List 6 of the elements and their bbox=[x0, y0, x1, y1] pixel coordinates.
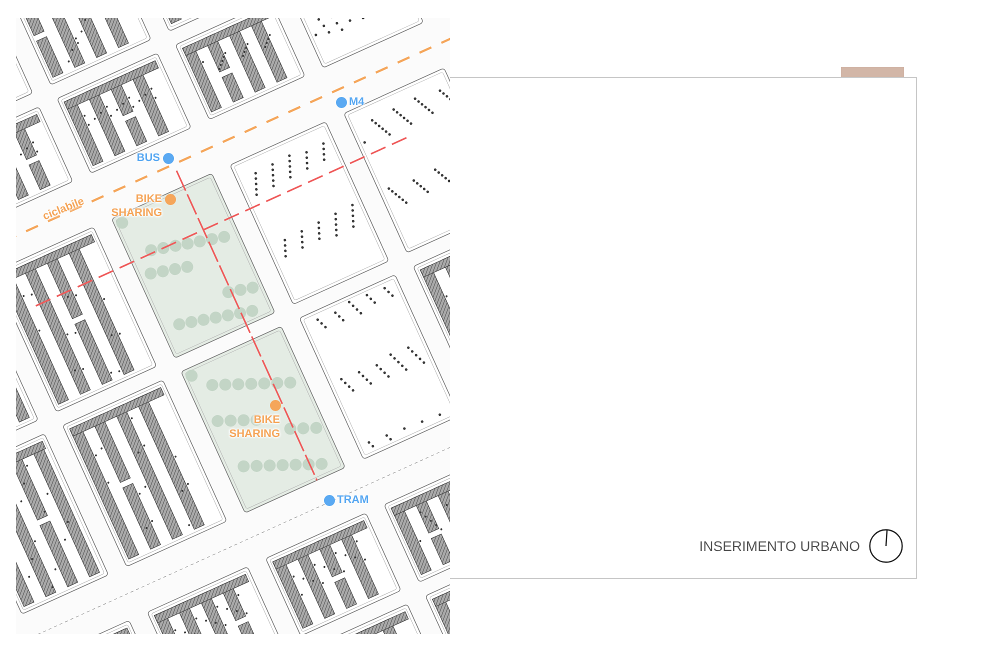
pin-label: BIKE SHARING bbox=[229, 413, 280, 441]
panel-caption: INSERIMENTO URBANO bbox=[699, 538, 860, 554]
pin-label: M4 bbox=[349, 95, 364, 109]
pin-label: TRAM bbox=[337, 493, 369, 507]
accent-bar bbox=[841, 67, 904, 77]
pin-label: BUS bbox=[136, 151, 160, 165]
